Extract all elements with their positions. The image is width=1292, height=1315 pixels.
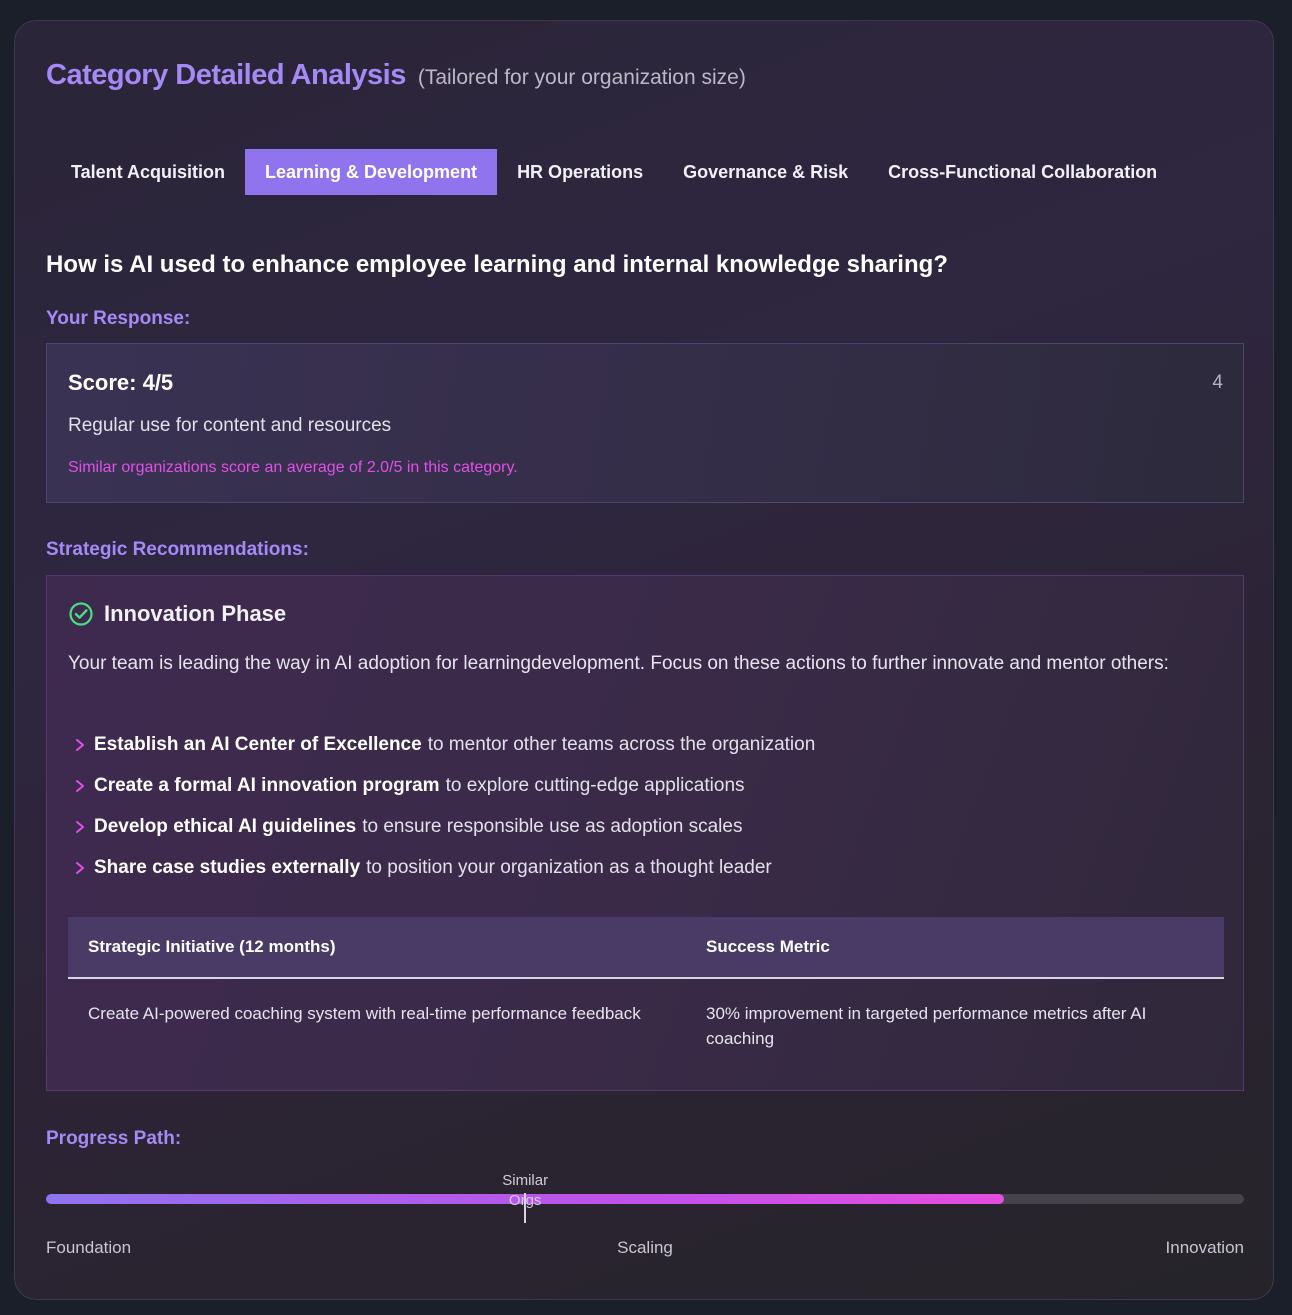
list-item: Establish an AI Center of Excellence to …: [73, 724, 815, 765]
phase-description: Your team is leading the way in AI adopt…: [68, 653, 1169, 674]
check-circle-icon: [69, 602, 93, 626]
chevron-right-icon: [76, 820, 84, 833]
category-tabs: Talent Acquisition Learning & Developmen…: [51, 149, 1177, 195]
action-detail: to position your organization as a thoug…: [366, 856, 772, 878]
phase-title: Innovation Phase: [104, 601, 287, 626]
response-answer: Regular use for content and resources: [68, 415, 392, 436]
action-title: Create a formal AI innovation program: [94, 774, 440, 796]
metric-cell: 30% improvement in targeted performance …: [706, 1004, 1147, 1048]
page-subtitle: (Tailored for your organization size): [417, 66, 746, 89]
action-detail: to ensure responsible use as adoption sc…: [362, 815, 743, 837]
action-list: Establish an AI Center of Excellence to …: [73, 724, 815, 888]
action-detail: to explore cutting-edge applications: [445, 774, 745, 796]
tab-governance-risk[interactable]: Governance & Risk: [663, 149, 868, 195]
action-title: Share case studies externally: [94, 856, 361, 878]
similar-orgs-marker: [524, 1193, 527, 1223]
category-analysis-card: Category Detailed Analysis (Tailored for…: [14, 20, 1274, 1300]
initiative-table: Strategic Initiative (12 months) Success…: [68, 917, 1224, 1071]
progress-label: Progress Path:: [46, 1128, 182, 1149]
stage-scaling: Scaling: [617, 1238, 673, 1257]
tab-hr-operations[interactable]: HR Operations: [497, 149, 663, 195]
peer-comparison: Similar organizations score an average o…: [68, 459, 518, 476]
page-title: Category Detailed Analysis: [46, 59, 406, 91]
list-item: Create a formal AI innovation program to…: [73, 765, 815, 806]
chevron-right-icon: [76, 861, 84, 874]
table-header-row: Strategic Initiative (12 months) Success…: [68, 917, 1224, 979]
chevron-right-icon: [76, 779, 84, 792]
list-item: Develop ethical AI guidelines to ensure …: [73, 806, 815, 847]
progress-path: Similar Orgs Foundation Scaling Innovati…: [46, 1171, 1244, 1261]
list-item: Share case studies externally to positio…: [73, 847, 815, 888]
header: Category Detailed Analysis (Tailored for…: [46, 59, 746, 92]
stage-foundation: Foundation: [46, 1238, 132, 1257]
recommendations-label: Strategic Recommendations:: [46, 539, 309, 560]
question-heading: How is AI used to enhance employee learn…: [46, 251, 948, 278]
recommendations-panel: Innovation Phase Your team is leading th…: [46, 575, 1244, 1091]
response-label: Your Response:: [46, 308, 191, 329]
action-title: Establish an AI Center of Excellence: [94, 733, 422, 755]
tab-cross-functional-collaboration[interactable]: Cross-Functional Collaboration: [868, 149, 1177, 195]
score-text: Score: 4/5: [68, 370, 174, 395]
action-detail: to mentor other teams across the organiz…: [427, 733, 816, 755]
response-panel: Score: 4/5 4 Regular use for content and…: [46, 343, 1244, 503]
table-row: Create AI-powered coaching system with r…: [68, 978, 1224, 1071]
action-title: Develop ethical AI guidelines: [94, 815, 357, 837]
tab-talent-acquisition[interactable]: Talent Acquisition: [51, 149, 245, 195]
column-header-metric: Success Metric: [686, 917, 1224, 979]
tab-learning-development[interactable]: Learning & Development: [245, 149, 498, 195]
phase-header: Innovation Phase: [68, 601, 286, 627]
chevron-right-icon: [76, 738, 84, 751]
stage-innovation: Innovation: [1165, 1238, 1244, 1257]
column-header-initiative: Strategic Initiative (12 months): [68, 917, 686, 979]
initiative-cell: Create AI-powered coaching system with r…: [88, 1004, 641, 1023]
score-value: 4: [1212, 372, 1223, 393]
